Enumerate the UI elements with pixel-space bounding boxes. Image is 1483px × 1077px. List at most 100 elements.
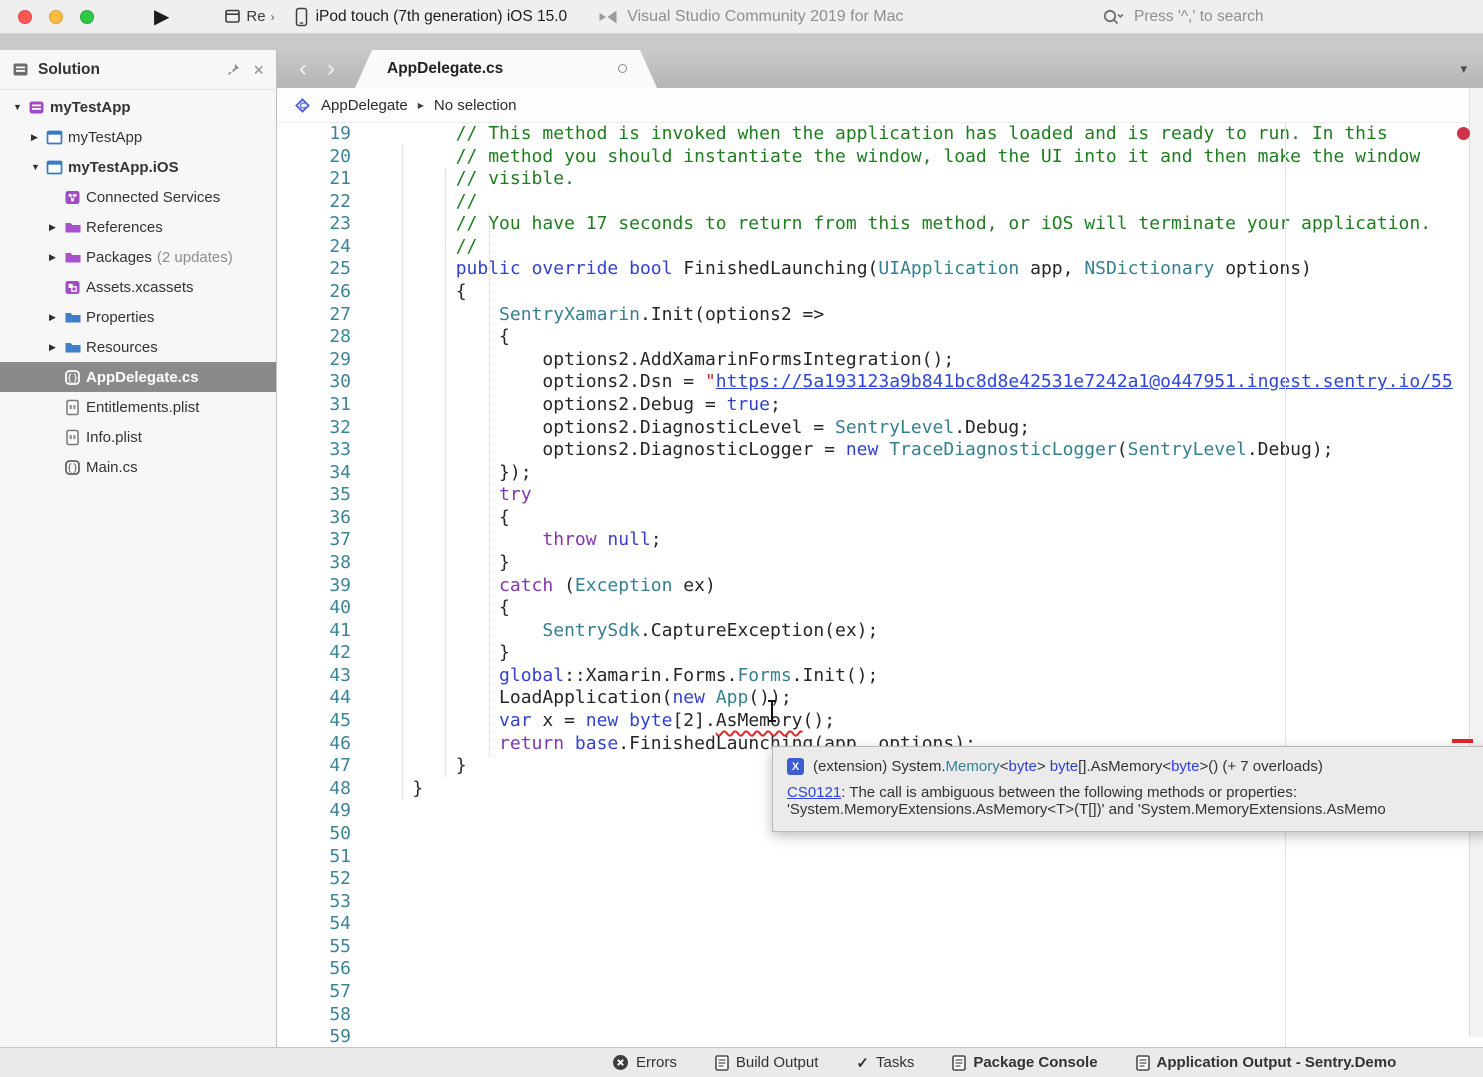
statusbar-item-build-output[interactable]: Build Output (715, 1054, 819, 1071)
tree-item-packages[interactable]: ▶Packages(2 updates) (0, 242, 276, 272)
code-line-56[interactable]: 56 (277, 958, 1483, 981)
expand-icon[interactable]: ▶ (31, 132, 46, 143)
doc-icon (952, 1055, 966, 1071)
code-line-23[interactable]: 23 // You have 17 seconds to return from… (277, 213, 1483, 236)
minimize-window-button[interactable] (49, 10, 63, 24)
pin-pad-icon[interactable] (226, 62, 241, 77)
code-line-54[interactable]: 54 (277, 913, 1483, 936)
line-number: 42 (277, 642, 351, 665)
tree-item-mytestapp[interactable]: ▶myTestApp (0, 122, 276, 152)
code-line-59[interactable]: 59 (277, 1026, 1483, 1047)
code-line-33[interactable]: 33 options2.DiagnosticLogger = new Trace… (277, 439, 1483, 462)
expand-icon[interactable]: ▶ (49, 312, 64, 323)
doc-icon (1136, 1055, 1150, 1071)
code-line-40[interactable]: 40 { (277, 597, 1483, 620)
code-line-42[interactable]: 42 } (277, 642, 1483, 665)
line-number: 30 (277, 371, 351, 394)
error-underlined-token[interactable]: AsMemory (716, 710, 803, 731)
collapse-icon[interactable]: ▼ (31, 162, 46, 172)
breadcrumb-context[interactable]: AppDelegate (321, 97, 408, 114)
tab-appdelegate[interactable]: AppDelegate.cs (355, 50, 657, 88)
app-title-label: Visual Studio Community 2019 for Mac (627, 8, 903, 26)
code-line-24[interactable]: 24 // (277, 236, 1483, 259)
tree-item-main.cs[interactable]: {}Main.cs (0, 452, 276, 482)
zoom-window-button[interactable] (80, 10, 94, 24)
collapse-icon[interactable]: ▼ (13, 102, 28, 112)
code-line-53[interactable]: 53 (277, 891, 1483, 914)
code-line-51[interactable]: 51 (277, 846, 1483, 869)
code-line-27[interactable]: 27 SentryXamarin.Init(options2 => (277, 304, 1483, 327)
solution-tree: ▼myTestApp▶myTestApp▼myTestApp.iOSConnec… (0, 90, 276, 482)
code-line-58[interactable]: 58 (277, 1004, 1483, 1027)
tree-item-appdelegate.cs[interactable]: {}AppDelegate.cs (0, 362, 276, 392)
code-editor[interactable]: 19 // This method is invoked when the ap… (277, 123, 1483, 1047)
code-line-57[interactable]: 57 (277, 981, 1483, 1004)
line-number: 53 (277, 891, 351, 914)
code-line-31[interactable]: 31 options2.Debug = true; (277, 394, 1483, 417)
code-line-21[interactable]: 21 // visible. (277, 168, 1483, 191)
code-line-text: // This method is invoked when the appli… (351, 123, 1388, 146)
code-line-34[interactable]: 34 }); (277, 462, 1483, 485)
code-line-45[interactable]: 45 var x = new byte[2].AsMemory(); (277, 710, 1483, 733)
expand-icon[interactable]: ▶ (49, 342, 64, 353)
close-pad-icon[interactable]: × (253, 61, 264, 79)
editor-scrollbar[interactable] (1469, 88, 1483, 1037)
breadcrumb-selection[interactable]: No selection (434, 97, 517, 114)
navigate-forward-button[interactable]: › (317, 50, 345, 88)
code-line-20[interactable]: 20 // method you should instantiate the … (277, 146, 1483, 169)
tree-item-resources[interactable]: ▶Resources (0, 332, 276, 362)
tree-item-info.plist[interactable]: Info.plist (0, 422, 276, 452)
tree-item-mytestapp[interactable]: ▼myTestApp (0, 92, 276, 122)
solution-pad-title: Solution (38, 61, 100, 79)
solution-pad-header: Solution × (0, 50, 276, 90)
error-indicator-dot[interactable] (1457, 127, 1470, 140)
error-code-link[interactable]: CS0121 (787, 784, 841, 801)
close-window-button[interactable] (18, 10, 32, 24)
line-number: 20 (277, 146, 351, 169)
code-line-text: { (351, 326, 510, 349)
code-line-39[interactable]: 39 catch (Exception ex) (277, 575, 1483, 598)
configuration-selector[interactable]: Re › (225, 8, 274, 25)
tree-item-connected-services[interactable]: Connected Services (0, 182, 276, 212)
solution-pad: Solution × ▼myTestApp▶myTestApp▼myTestAp… (0, 50, 277, 1047)
code-line-37[interactable]: 37 throw null; (277, 529, 1483, 552)
code-line-30[interactable]: 30 options2.Dsn = "https://5a193123a9b84… (277, 371, 1483, 394)
code-line-43[interactable]: 43 global::Xamarin.Forms.Forms.Init(); (277, 665, 1483, 688)
code-line-41[interactable]: 41 SentrySdk.CaptureException(ex); (277, 620, 1483, 643)
expand-icon[interactable]: ▶ (49, 222, 64, 233)
tree-item-properties[interactable]: ▶Properties (0, 302, 276, 332)
code-line-32[interactable]: 32 options2.DiagnosticLevel = SentryLeve… (277, 417, 1483, 440)
run-button[interactable]: ▶ (154, 7, 169, 27)
code-line-25[interactable]: 25 public override bool FinishedLaunchin… (277, 258, 1483, 281)
code-line-22[interactable]: 22 // (277, 191, 1483, 214)
statusbar-item-errors[interactable]: Errors (612, 1054, 677, 1071)
tree-item-entitlements.plist[interactable]: Entitlements.plist (0, 392, 276, 422)
tree-item-mytestapp.ios[interactable]: ▼myTestApp.iOS (0, 152, 276, 182)
expand-icon[interactable]: ▶ (49, 252, 64, 263)
statusbar-item-application-output-sentry-demo[interactable]: Application Output - Sentry.Demo (1136, 1054, 1397, 1071)
code-line-35[interactable]: 35 try (277, 484, 1483, 507)
device-selector[interactable]: iPod touch (7th generation) iOS 15.0 (295, 7, 568, 27)
code-line-29[interactable]: 29 options2.AddXamarinFormsIntegration()… (277, 349, 1483, 372)
code-line-52[interactable]: 52 (277, 868, 1483, 891)
code-line-26[interactable]: 26 { (277, 281, 1483, 304)
code-line-28[interactable]: 28 { (277, 326, 1483, 349)
statusbar-item-package-console[interactable]: Package Console (952, 1054, 1097, 1071)
line-number: 48 (277, 778, 351, 801)
statusbar-item-tasks[interactable]: ✓Tasks (856, 1054, 914, 1072)
navigate-back-button[interactable]: ‹ (289, 50, 317, 88)
search-placeholder: Press '^,' to search (1134, 8, 1264, 26)
code-line-19[interactable]: 19 // This method is invoked when the ap… (277, 123, 1483, 146)
code-line-38[interactable]: 38 } (277, 552, 1483, 575)
tree-item-assets.xcassets[interactable]: Assets.xcassets (0, 272, 276, 302)
cs-icon: {} (64, 369, 86, 386)
code-line-55[interactable]: 55 (277, 936, 1483, 959)
search-field[interactable]: Press '^,' to search (1102, 0, 1472, 34)
scrollbar-error-marker[interactable] (1452, 739, 1473, 743)
sentry-dsn-link[interactable]: https://5a193123a9b841bc8d8e42531e7242a1… (716, 371, 1453, 392)
tree-item-references[interactable]: ▶References (0, 212, 276, 242)
tab-list-dropdown-icon[interactable]: ▾ (1460, 61, 1467, 77)
code-line-36[interactable]: 36 { (277, 507, 1483, 530)
plist-icon (64, 429, 86, 446)
code-line-44[interactable]: 44 LoadApplication(new App()); (277, 687, 1483, 710)
